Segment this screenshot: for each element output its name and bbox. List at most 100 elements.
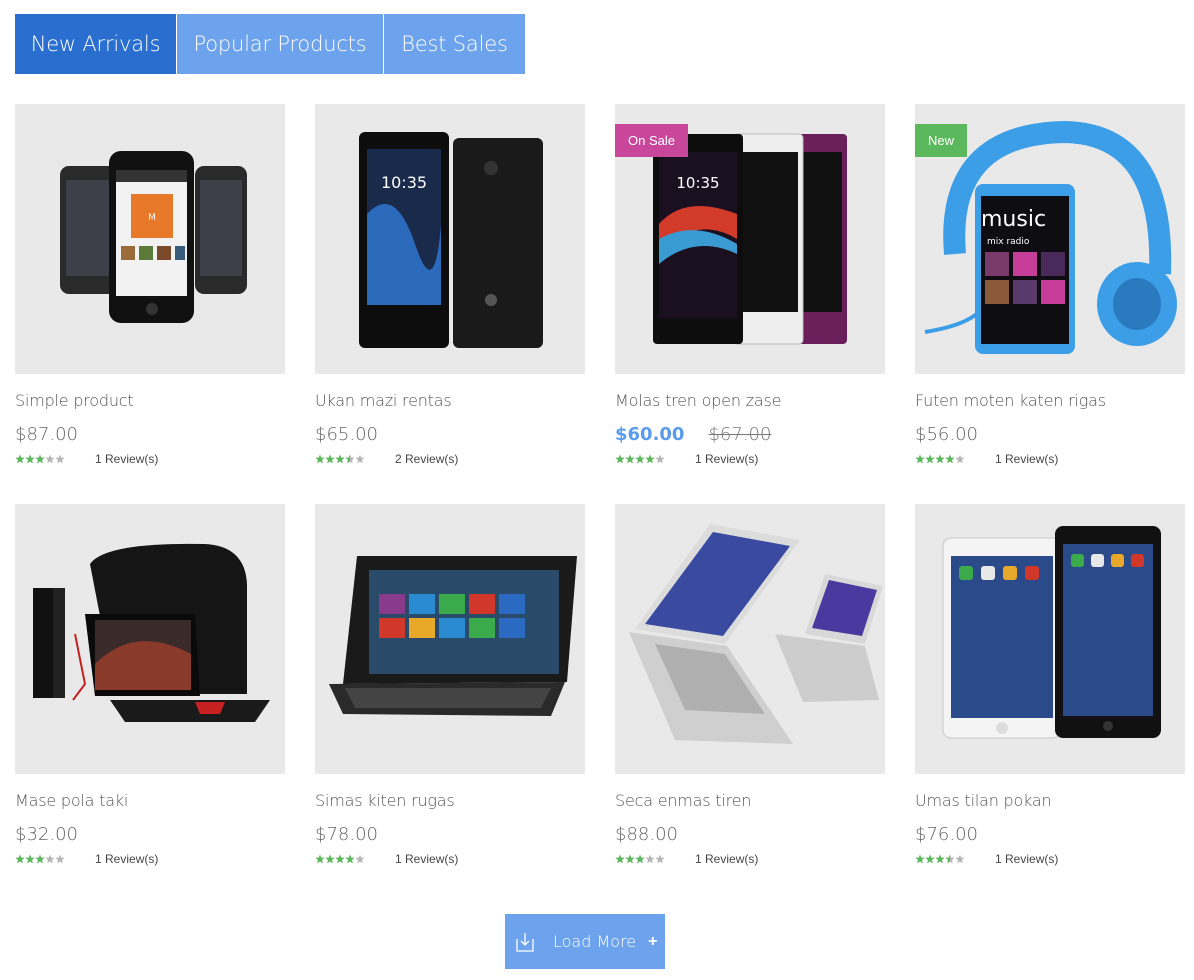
star-empty-icon (655, 854, 665, 864)
star-filled-icon (325, 454, 335, 464)
ultrabook-image[interactable] (615, 504, 885, 774)
reviews-link[interactable]: 1 Review(s) (695, 852, 758, 866)
star-filled-icon (935, 454, 945, 464)
reviews-link[interactable]: 2 Review(s) (395, 452, 458, 466)
rating-stars (915, 854, 995, 864)
load-more-label: Load More (553, 932, 637, 951)
product-price: $76.00 (915, 823, 978, 845)
star-filled-icon (915, 454, 925, 464)
star-empty-icon (645, 854, 655, 864)
star-filled-icon (625, 454, 635, 464)
tab-popular-products[interactable]: Popular Products (176, 14, 383, 74)
star-filled-icon (15, 854, 25, 864)
reviews-link[interactable]: 1 Review(s) (995, 452, 1058, 466)
star-empty-icon (55, 454, 65, 464)
product-name[interactable]: Simas kiten rugas (315, 791, 585, 813)
star-empty-icon (355, 854, 365, 864)
star-filled-icon (625, 854, 635, 864)
special-price: $60.00 (615, 423, 685, 445)
star-half-icon (945, 854, 955, 864)
ipad-image[interactable] (915, 504, 1185, 774)
gaming-pc-image[interactable] (15, 504, 285, 774)
sony-xperia-image[interactable]: 10:35 (315, 104, 585, 374)
product-card: Simas kiten rugas $78.00 1 Review(s) (315, 504, 585, 866)
star-filled-icon (315, 854, 325, 864)
product-price: $56.00 (915, 423, 978, 445)
star-filled-icon (35, 854, 45, 864)
product-price: $65.00 (315, 423, 378, 445)
plus-icon: + (648, 932, 658, 950)
rating-stars (615, 454, 695, 464)
rating-stars (915, 454, 995, 464)
product-price: $87.00 (15, 423, 78, 445)
reviews-link[interactable]: 1 Review(s) (95, 452, 158, 466)
svg-text:10:35: 10:35 (676, 174, 719, 192)
slider-tablet-image[interactable] (315, 504, 585, 774)
svg-text:M: M (148, 213, 156, 223)
load-more-button[interactable]: Load More + (505, 914, 665, 969)
product-card: Mase pola taki $32.00 1 Review(s) (15, 504, 285, 866)
tab-best-sales[interactable]: Best Sales (383, 14, 525, 74)
star-filled-icon (325, 854, 335, 864)
product-card: Seca enmas tiren $88.00 1 Review(s) (615, 504, 885, 866)
product-card: Umas tilan pokan $76.00 1 Review(s) (915, 504, 1185, 866)
product-name[interactable]: Seca enmas tiren (615, 791, 885, 813)
product-name[interactable]: Umas tilan pokan (915, 791, 1185, 813)
smartphones-image[interactable]: M (15, 104, 285, 374)
star-empty-icon (55, 854, 65, 864)
star-filled-icon (915, 854, 925, 864)
rating-stars (15, 454, 95, 464)
product-price: $78.00 (315, 823, 378, 845)
star-filled-icon (615, 454, 625, 464)
star-empty-icon (655, 454, 665, 464)
product-name[interactable]: Futen moten katen rigas (915, 391, 1185, 413)
star-filled-icon (15, 454, 25, 464)
star-empty-icon (45, 454, 55, 464)
star-filled-icon (345, 854, 355, 864)
product-card: 10:35 On Sale Molas tren open zase $60.0… (615, 104, 885, 466)
star-empty-icon (955, 854, 965, 864)
star-filled-icon (645, 454, 655, 464)
old-price: $67.00 (708, 423, 772, 445)
reviews-link[interactable]: 1 Review(s) (695, 452, 758, 466)
product-name[interactable]: Simple product (15, 391, 285, 413)
rating-stars (315, 454, 395, 464)
star-empty-icon (355, 454, 365, 464)
star-filled-icon (25, 854, 35, 864)
star-filled-icon (635, 454, 645, 464)
new-badge: New (915, 124, 968, 157)
product-name[interactable]: Mase pola taki (15, 791, 285, 813)
tab-new-arrivals[interactable]: New Arrivals (15, 14, 176, 74)
product-name[interactable]: Ukan mazi rentas (315, 391, 585, 413)
star-half-icon (345, 454, 355, 464)
star-filled-icon (925, 454, 935, 464)
star-filled-icon (635, 854, 645, 864)
product-tabs: New Arrivals Popular Products Best Sales (15, 14, 525, 74)
product-card: 10:35 Ukan mazi rentas $65.00 2 Review(s… (315, 104, 585, 466)
on-sale-badge: On Sale (615, 124, 688, 157)
download-icon (516, 932, 534, 952)
product-price: $32.00 (15, 823, 78, 845)
nokia-headphones-image[interactable]: music mix radio New (915, 104, 1185, 374)
reviews-link[interactable]: 1 Review(s) (95, 852, 158, 866)
star-empty-icon (955, 454, 965, 464)
rating-stars (315, 854, 395, 864)
star-filled-icon (925, 854, 935, 864)
star-filled-icon (335, 854, 345, 864)
star-empty-icon (45, 854, 55, 864)
star-filled-icon (945, 454, 955, 464)
star-filled-icon (615, 854, 625, 864)
svg-text:mix radio: mix radio (987, 237, 1030, 247)
star-filled-icon (335, 454, 345, 464)
star-filled-icon (35, 454, 45, 464)
product-card: music mix radio New Futen moten katen ri… (915, 104, 1185, 466)
rating-stars (615, 854, 695, 864)
reviews-link[interactable]: 1 Review(s) (995, 852, 1058, 866)
product-card: M Simple product $87.00 1 Review(s) (15, 104, 285, 466)
star-filled-icon (935, 854, 945, 864)
star-filled-icon (25, 454, 35, 464)
product-name[interactable]: Molas tren open zase (615, 391, 885, 413)
star-filled-icon (315, 454, 325, 464)
reviews-link[interactable]: 1 Review(s) (395, 852, 458, 866)
xperia-z-image[interactable]: 10:35 On Sale (615, 104, 885, 374)
